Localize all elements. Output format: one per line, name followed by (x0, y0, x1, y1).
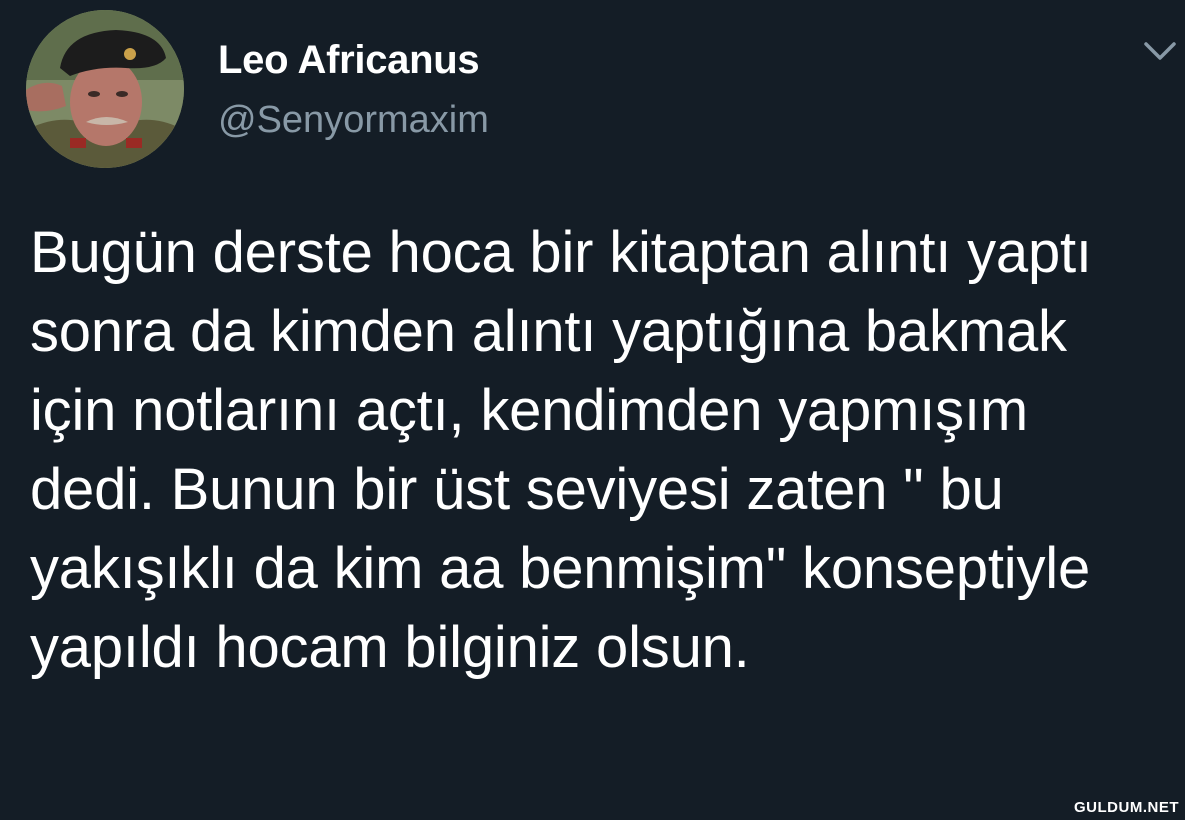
tweet-text: Bugün derste hoca bir kitaptan alıntı ya… (30, 220, 1108, 680)
watermark-text: GULDUM.NET (1074, 799, 1179, 816)
chevron-down-icon[interactable] (1142, 38, 1178, 64)
author-handle[interactable]: @Senyormaxim (218, 97, 489, 143)
avatar-image (26, 10, 184, 168)
tweet-card: Leo Africanus @Senyormaxim Bugün derste … (0, 0, 1185, 820)
avatar[interactable] (26, 10, 184, 168)
author-display-name[interactable]: Leo Africanus (218, 36, 480, 84)
